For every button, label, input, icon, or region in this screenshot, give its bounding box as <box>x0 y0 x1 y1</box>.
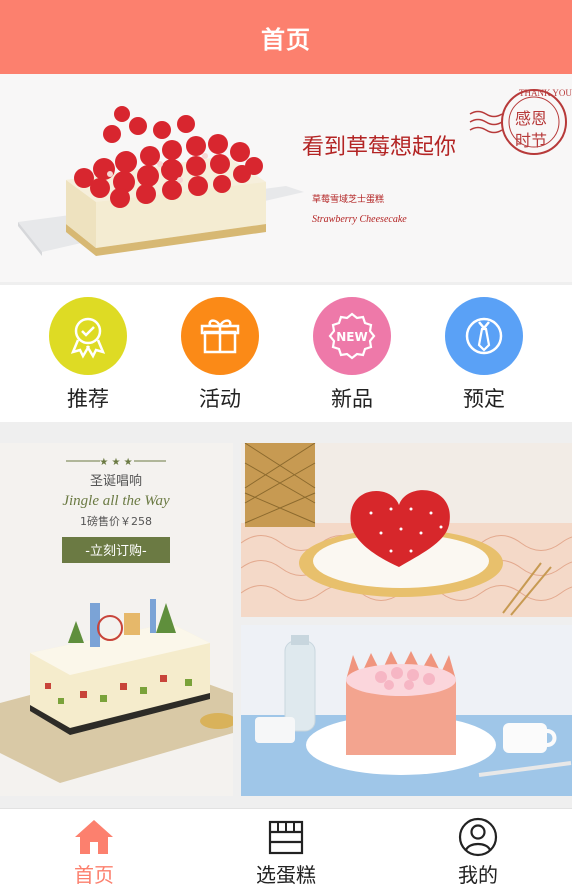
stamp-text-line2: 时节 <box>515 131 547 150</box>
promo-price: 1磅售价￥258 <box>80 514 152 528</box>
category-label: 推荐 <box>67 387 109 411</box>
category-reserve[interactable]: 预定 <box>434 297 534 417</box>
category-activity[interactable]: 活动 <box>170 297 270 417</box>
category-new[interactable]: NEW 新品 <box>302 297 402 417</box>
tab-label: 首页 <box>74 863 114 887</box>
category-label: 预定 <box>463 387 505 411</box>
stamp-text-line1: 感恩 <box>515 109 547 128</box>
medal-icon <box>49 297 127 375</box>
cake-shop-icon <box>266 817 306 857</box>
promo-cta: -立刻订购- <box>85 543 147 559</box>
tab-mine[interactable]: 我的 <box>408 809 548 891</box>
user-icon <box>458 817 498 857</box>
home-icon <box>73 817 115 857</box>
svg-text:NEW: NEW <box>336 330 367 344</box>
bottom-tab-bar: 首页 选蛋糕 我的 <box>0 808 572 891</box>
banner-headline: 看到草莓想起你 <box>302 134 456 159</box>
promo-title: 圣诞唱响 <box>90 473 142 489</box>
promo-stars: ★ ★ ★ <box>99 457 132 468</box>
stamp-top-text: THANK YOU <box>519 88 572 98</box>
page-title: 首页 <box>261 25 311 54</box>
promo-pink-cake-card[interactable] <box>241 625 572 796</box>
banner-product-name: 草莓雪域芝士蛋糕 <box>312 193 384 205</box>
promo-christmas-card[interactable]: ★ ★ ★ 圣诞唱响 Jingle all the Way 1磅售价￥258 -… <box>0 443 233 796</box>
hero-banner[interactable]: 看到草莓想起你 草莓雪域芝士蛋糕 Strawberry Cheesecake T… <box>0 74 572 282</box>
category-recommend[interactable]: 推荐 <box>38 297 138 417</box>
tab-label: 我的 <box>458 863 498 887</box>
category-row: 推荐 活动 NEW 新品 预定 <box>0 285 572 422</box>
banner-product-name-en: Strawberry Cheesecake <box>312 214 407 225</box>
category-label: 活动 <box>199 387 241 411</box>
tab-choose-cake[interactable]: 选蛋糕 <box>216 809 356 891</box>
new-badge-icon: NEW <box>313 297 391 375</box>
promo-heart-cake-card[interactable] <box>241 443 572 617</box>
top-bar: 首页 <box>0 0 572 74</box>
tab-home[interactable]: 首页 <box>24 809 164 891</box>
tab-label: 选蛋糕 <box>256 863 316 887</box>
promo-script: Jingle all the Way <box>62 493 170 509</box>
tie-icon <box>445 297 523 375</box>
gift-icon <box>181 297 259 375</box>
category-label: 新品 <box>331 387 373 411</box>
